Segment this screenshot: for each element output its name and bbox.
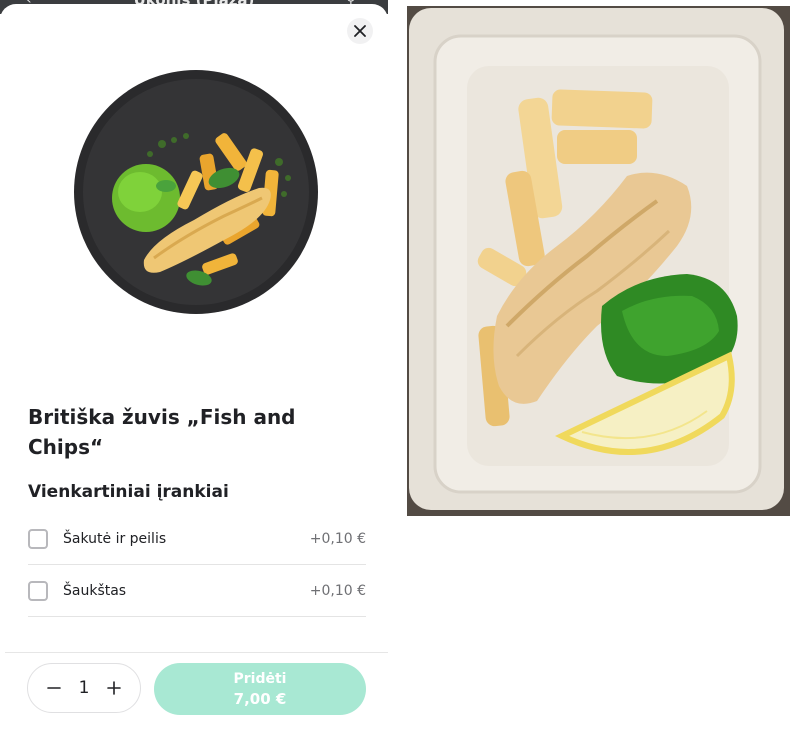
quantity-stepper: 1 bbox=[27, 663, 141, 713]
plus-icon bbox=[107, 681, 121, 695]
product-title: Britiška žuvis „Fish and Chips“ bbox=[28, 405, 296, 459]
product-sheet: Britiška žuvis „Fish and Chips“ Vienkart… bbox=[0, 4, 388, 732]
option-checkbox[interactable] bbox=[28, 581, 48, 601]
add-to-order-button[interactable]: Pridėti 7,00 € bbox=[154, 663, 366, 715]
delivered-meal-photo bbox=[407, 6, 790, 516]
increase-quantity-button[interactable] bbox=[106, 680, 122, 696]
footer-divider bbox=[5, 652, 388, 653]
minus-icon bbox=[47, 687, 61, 689]
option-row-fork-knife[interactable]: Šakutė ir peilis +0,10 € bbox=[28, 514, 366, 565]
option-label: Šakutė ir peilis bbox=[63, 531, 167, 547]
option-price: +0,10 € bbox=[309, 531, 366, 547]
add-button-price: 7,00 € bbox=[233, 689, 287, 708]
close-button[interactable] bbox=[347, 18, 373, 44]
options-section-title: Vienkartiniai įrankiai bbox=[28, 482, 229, 502]
quantity-value: 1 bbox=[78, 678, 90, 698]
option-row-spoon[interactable]: Šaukštas +0,10 € bbox=[28, 566, 366, 617]
decrease-quantity-button[interactable] bbox=[46, 680, 62, 696]
close-icon bbox=[354, 25, 366, 37]
dish-image bbox=[74, 70, 318, 314]
add-button-label: Pridėti bbox=[233, 670, 287, 687]
option-price: +0,10 € bbox=[309, 583, 366, 599]
option-checkbox[interactable] bbox=[28, 529, 48, 549]
option-label: Šaukštas bbox=[63, 583, 127, 599]
